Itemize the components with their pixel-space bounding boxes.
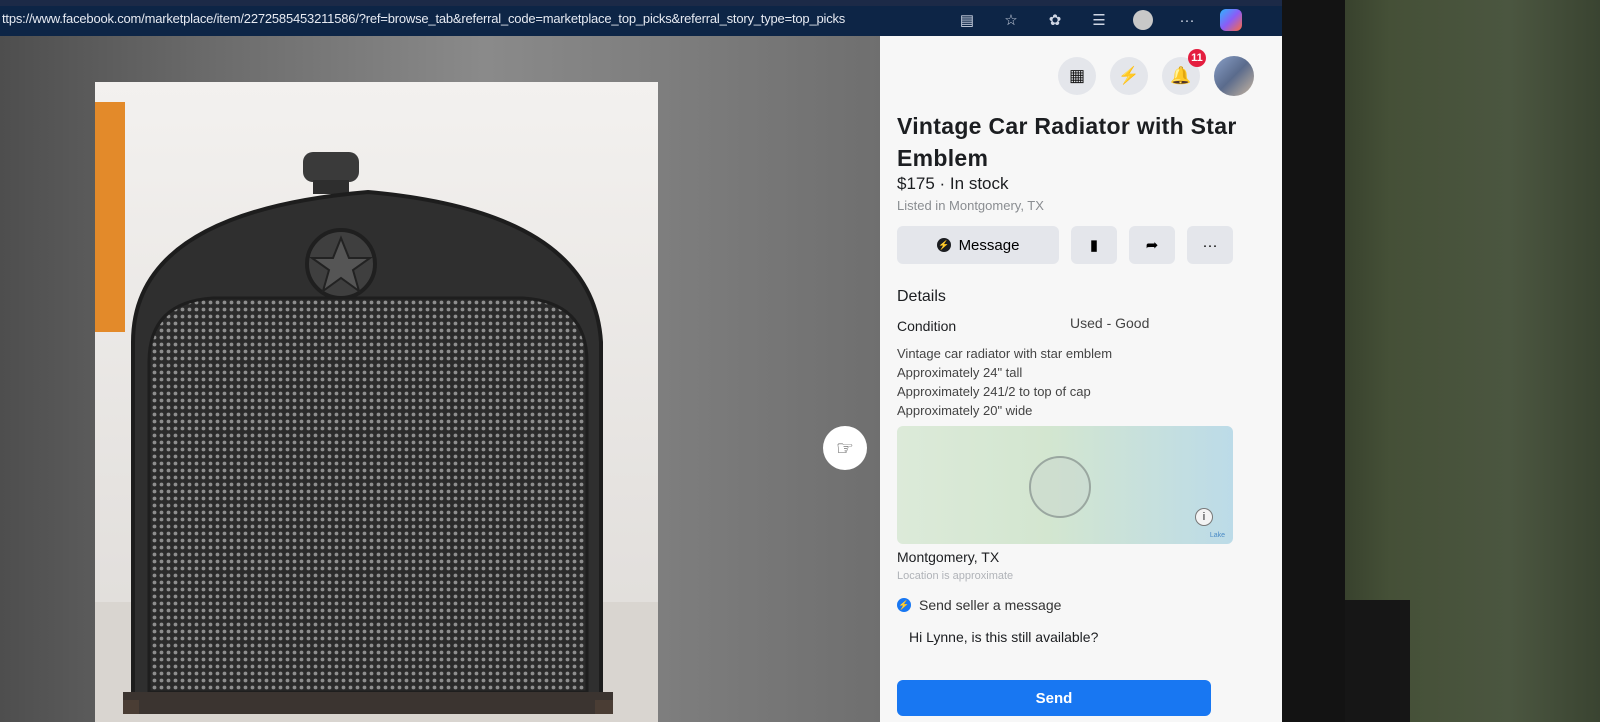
more-icon[interactable]: ···	[1176, 9, 1198, 31]
listing-panel: ▦ ⚡ 🔔 11 Vintage Car Radiator with Star …	[880, 36, 1282, 722]
send-message-heading: ⚡ Send seller a message	[897, 597, 1061, 613]
radiator-image	[123, 152, 613, 714]
favorite-star-icon[interactable]: ☆	[1000, 9, 1022, 31]
browser-toolbar: ▤ ☆ ✿ ☰ ···	[956, 9, 1242, 31]
listing-title: Vintage Car Radiator with Star Emblem	[897, 113, 1237, 171]
address-url[interactable]: ttps://www.facebook.com/marketplace/item…	[2, 11, 845, 26]
listing-price-status: $175 · In stock	[897, 174, 1009, 193]
description-line: Vintage car radiator with star emblem	[897, 346, 1113, 361]
more-options-button[interactable]: ···	[1187, 226, 1233, 264]
copilot-icon[interactable]	[1220, 9, 1242, 31]
message-input[interactable]	[897, 619, 1227, 655]
description-line: Approximately 24" tall	[897, 365, 1023, 380]
listing-description: Vintage car radiator with star emblem Ap…	[897, 344, 1197, 420]
location-map[interactable]: i Lake	[897, 426, 1233, 544]
photo-viewer: ☞	[0, 36, 880, 722]
profile-icon[interactable]	[1132, 9, 1154, 31]
send-button[interactable]: Send	[897, 680, 1211, 716]
facebook-top-bar: ▦ ⚡ 🔔 11	[880, 36, 1282, 102]
hand-cursor-icon: ☞	[836, 437, 854, 460]
message-button[interactable]: ⚡ Message	[897, 226, 1059, 264]
reader-icon[interactable]: ▤	[956, 9, 978, 31]
messenger-icon[interactable]: ⚡	[1110, 57, 1148, 95]
monitor-screen: ttps://www.facebook.com/marketplace/item…	[0, 0, 1282, 722]
location-city: Montgomery, TX	[897, 549, 1000, 565]
notification-badge: 11	[1188, 49, 1206, 67]
listing-location-line: Listed in Montgomery, TX	[897, 198, 1044, 213]
favorites-list-icon[interactable]: ☰	[1088, 9, 1110, 31]
condition-label: Condition	[897, 318, 957, 334]
messenger-icon: ⚡	[897, 598, 911, 612]
share-icon: ➦	[1145, 237, 1159, 254]
approximate-area-circle	[1029, 456, 1091, 518]
share-button[interactable]: ➦	[1129, 226, 1175, 264]
extensions-icon[interactable]: ✿	[1044, 9, 1066, 31]
condition-value: Used - Good	[1070, 315, 1150, 331]
description-line: Approximately 20" wide	[897, 403, 1033, 418]
location-note: Location is approximate	[897, 570, 1014, 582]
messenger-icon: ⚡	[936, 238, 951, 252]
listing-actions: ⚡ Message ▮ ➦ ···	[897, 226, 1233, 264]
map-lake-label: Lake	[1209, 532, 1225, 539]
more-icon: ···	[1202, 236, 1218, 254]
listing-photo[interactable]	[95, 82, 658, 722]
send-message-heading-text: Send seller a message	[919, 597, 1062, 613]
save-button[interactable]: ▮	[1071, 226, 1117, 264]
bookmark-icon: ▮	[1089, 237, 1099, 254]
message-button-label: Message	[958, 236, 1020, 254]
account-avatar[interactable]	[1214, 56, 1254, 96]
browser-address-bar[interactable]: ttps://www.facebook.com/marketplace/item…	[0, 6, 1282, 36]
map-info-icon[interactable]: i	[1195, 508, 1213, 526]
menu-grid-icon[interactable]: ▦	[1058, 57, 1096, 95]
notifications-bell-icon[interactable]: 🔔 11	[1162, 49, 1206, 95]
description-line: Approximately 241/2 to top of cap	[897, 384, 1091, 399]
details-heading: Details	[897, 288, 946, 305]
next-photo-button[interactable]: ☞	[823, 426, 867, 470]
